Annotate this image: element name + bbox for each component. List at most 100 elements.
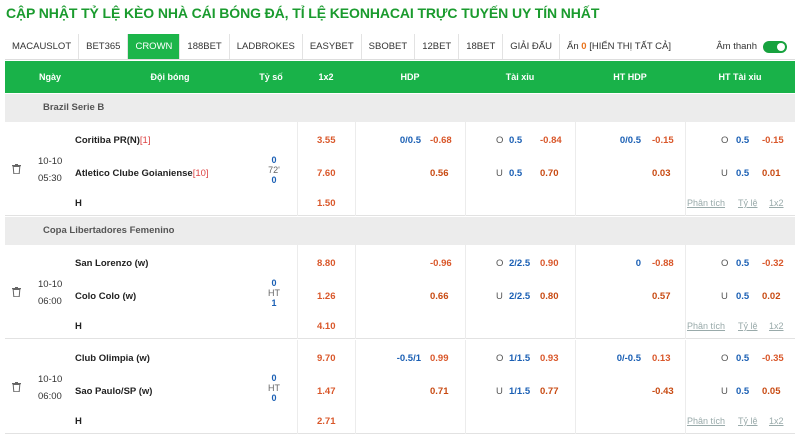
match-row: 10-10 05:30 Coritiba PR(N)[1] Atletico Club… <box>5 122 795 216</box>
ht-hdp-line: 0 <box>635 258 641 269</box>
tab-leagues[interactable]: GIẢI ĐẤU <box>503 34 560 59</box>
tab-macauslot[interactable]: MACAUSLOT <box>5 34 80 59</box>
odds-x[interactable]: 4.10 <box>317 321 336 332</box>
score-home: 0 <box>271 278 277 288</box>
analysis-link[interactable]: Phân tích <box>687 198 725 208</box>
hdp-away-odds[interactable]: 0.56 <box>430 168 449 179</box>
show-all-link[interactable]: [HIỂN THỊ TẤT CẢ] <box>589 41 671 52</box>
ratio-link[interactable]: Tỷ lệ <box>738 416 758 426</box>
odds-2[interactable]: 7.60 <box>317 168 336 179</box>
ht-hdp-away-odds[interactable]: 0.03 <box>652 168 671 179</box>
1x2-link[interactable]: 1x2 <box>769 416 784 426</box>
hidden-filter[interactable]: Ẩn 0 [HIỂN THỊ TẤT CẢ] <box>560 34 678 59</box>
ou-under-odds[interactable]: 0.70 <box>540 168 559 179</box>
hdp-home-odds[interactable]: -0.68 <box>430 135 452 146</box>
column-divider <box>575 245 576 339</box>
odds-x[interactable]: 1.50 <box>317 198 336 209</box>
trash-icon[interactable] <box>12 164 21 175</box>
odds-1[interactable]: 3.55 <box>317 135 336 146</box>
header-date: Ngày <box>38 72 61 82</box>
ou-under-label: U <box>496 386 503 397</box>
ratio-link[interactable]: Tỷ lệ <box>738 198 758 208</box>
hdp-away-odds[interactable]: 0.66 <box>430 291 449 302</box>
match-date: 10-10 <box>38 374 63 385</box>
ht-ou-over-odds[interactable]: -0.15 <box>762 135 784 146</box>
column-divider <box>685 122 686 216</box>
ht-ou-over-line: 0.5 <box>736 353 750 364</box>
page-title: CẬP NHẬT TỶ LỆ KÈO NHÀ CÁI BÓNG ĐÁ, TỈ L… <box>6 5 600 21</box>
score-home: 0 <box>271 373 277 383</box>
league-row: Brazil Serie B <box>5 94 795 122</box>
ht-hdp-home-odds[interactable]: -0.88 <box>652 258 674 269</box>
home-team[interactable]: San Lorenzo (w) <box>75 258 148 269</box>
hdp-away-odds[interactable]: 0.71 <box>430 386 449 397</box>
ou-under-line: 2/2.5 <box>509 291 531 302</box>
ou-over-line: 2/2.5 <box>509 258 531 269</box>
tab-bet365[interactable]: BET365 <box>79 34 129 59</box>
1x2-link[interactable]: 1x2 <box>769 198 784 208</box>
ht-ou-under-label: U <box>721 386 728 397</box>
away-team[interactable]: Sao Paulo/SP (w) <box>75 386 152 397</box>
ou-under-line: 1/1.5 <box>509 386 531 397</box>
column-divider <box>685 245 686 339</box>
ou-over-odds[interactable]: 0.90 <box>540 258 559 269</box>
home-team-name: San Lorenzo (w) <box>75 258 149 269</box>
ht-hdp-home-odds[interactable]: 0.13 <box>652 353 671 364</box>
column-divider <box>297 122 298 216</box>
column-divider <box>575 340 576 434</box>
ou-over-odds[interactable]: -0.84 <box>540 135 562 146</box>
draw-label: H <box>75 416 82 427</box>
hdp-line: 0/0.5 <box>399 135 421 146</box>
hdp-home-odds[interactable]: 0.99 <box>430 353 449 364</box>
odds-2[interactable]: 1.47 <box>317 386 336 397</box>
ou-under-odds[interactable]: 0.77 <box>540 386 559 397</box>
trash-icon[interactable] <box>12 382 21 393</box>
header-hdp: HDP <box>400 72 420 82</box>
home-team[interactable]: Coritiba PR(N)[1] <box>75 135 150 146</box>
table-header: Ngày Đội bóng Tỷ số 1x2 HDP Tài xỉu HT H… <box>5 61 795 93</box>
away-team-name: Colo Colo (w) <box>75 291 137 302</box>
away-team[interactable]: Atletico Clube Goianiense[10] <box>75 168 209 179</box>
tab-sbobet[interactable]: SBOBET <box>362 34 416 59</box>
ht-ou-under-odds[interactable]: 0.05 <box>762 386 781 397</box>
away-team-name: Sao Paulo/SP (w) <box>75 386 153 397</box>
analysis-link[interactable]: Phân tích <box>687 321 725 331</box>
tab-18bet[interactable]: 18BET <box>459 34 504 59</box>
home-rank: [1] <box>139 135 151 146</box>
ht-ou-under-odds[interactable]: 0.02 <box>762 291 781 302</box>
match-time: 05:30 <box>38 173 62 184</box>
sound-toggle[interactable] <box>763 40 787 53</box>
ht-ou-over-odds[interactable]: -0.35 <box>762 353 784 364</box>
ht-hdp-away-odds[interactable]: -0.43 <box>652 386 674 397</box>
odds-2[interactable]: 1.26 <box>317 291 336 302</box>
home-team[interactable]: Club Olimpia (w) <box>75 353 150 364</box>
ou-over-label: O <box>496 353 504 364</box>
ht-ou-over-odds[interactable]: -0.32 <box>762 258 784 269</box>
1x2-link[interactable]: 1x2 <box>769 321 784 331</box>
ht-hdp-away-odds[interactable]: 0.57 <box>652 291 671 302</box>
ht-hdp-home-odds[interactable]: -0.15 <box>652 135 674 146</box>
odds-1[interactable]: 9.70 <box>317 353 336 364</box>
ht-ou-under-odds[interactable]: 0.01 <box>762 168 781 179</box>
ou-over-odds[interactable]: 0.93 <box>540 353 559 364</box>
odds-1[interactable]: 8.80 <box>317 258 336 269</box>
trash-icon[interactable] <box>12 287 21 298</box>
column-divider <box>355 122 356 216</box>
ratio-link[interactable]: Tỷ lệ <box>738 321 758 331</box>
ou-under-odds[interactable]: 0.80 <box>540 291 559 302</box>
tab-crown[interactable]: CROWN <box>128 34 181 59</box>
column-divider <box>575 122 576 216</box>
away-team[interactable]: Colo Colo (w) <box>75 291 136 302</box>
hdp-home-odds[interactable]: -0.96 <box>430 258 452 269</box>
tab-easybet[interactable]: EASYBET <box>303 34 362 59</box>
ht-ou-over-label: O <box>721 135 729 146</box>
score-away: 0 <box>271 393 277 403</box>
column-divider <box>297 340 298 434</box>
tab-ladbrokes[interactable]: LADBROKES <box>230 34 303 59</box>
ht-ou-over-line: 0.5 <box>736 135 750 146</box>
tab-12bet[interactable]: 12BET <box>415 34 460 59</box>
score-away: 1 <box>271 298 277 308</box>
analysis-link[interactable]: Phân tích <box>687 416 725 426</box>
odds-x[interactable]: 2.71 <box>317 416 336 427</box>
tab-188bet[interactable]: 188BET <box>180 34 230 59</box>
